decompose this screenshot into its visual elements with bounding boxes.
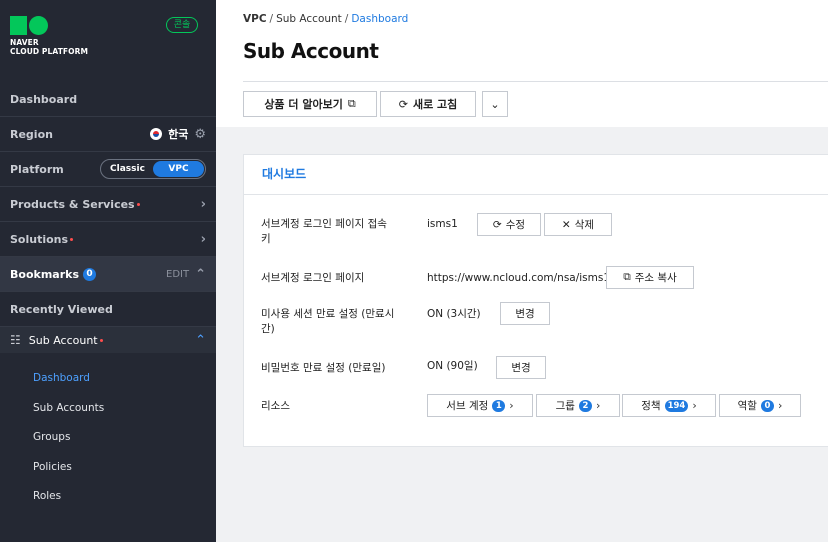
logo-text-line2: CLOUD PLATFORM (10, 47, 89, 56)
chevron-right-icon: › (595, 399, 601, 412)
new-dot-icon (136, 203, 140, 206)
external-link-icon: ⧉ (347, 97, 356, 110)
dashboard-card: 대시보드 서브계정 로그인 페이지 접속 키 isms1 ⟳ 수정 ✕ 삭제 서브계… (243, 154, 828, 447)
new-dot-icon (99, 339, 103, 342)
count-badge: 194 (664, 399, 689, 412)
chevron-up-icon[interactable]: ⌃ (195, 333, 206, 348)
region-label: Region (10, 127, 53, 141)
sub-item-policies[interactable]: Policies (0, 453, 216, 483)
sidebar-item-label: Solutions (10, 232, 69, 246)
login-page-url: https://www.ncloud.com/nsa/isms1 (427, 272, 611, 284)
main-header: VPC / Sub Account / Dashboard Sub Account 상품… (216, 0, 828, 127)
breadcrumb: VPC / Sub Account / Dashboard (243, 13, 409, 25)
session-change-button[interactable]: 변경 (500, 302, 550, 325)
password-change-button[interactable]: 변경 (496, 356, 546, 379)
people-icon: ☷ (10, 333, 21, 347)
sidebar-item-sub-account[interactable]: ☷ Sub Account ⌃ (0, 327, 216, 353)
session-expiry-label: 미사용 세션 만료 설정 (만료시 간) (261, 308, 395, 335)
chevron-down-icon: ⌄ (490, 97, 500, 111)
resource-sub-accounts-button[interactable]: 서브 계정 1 › (427, 394, 533, 417)
sidebar-item-dashboard[interactable]: Dashboard (0, 82, 216, 117)
sub-item-dashboard[interactable]: Dashboard (0, 364, 216, 394)
new-dot-icon (70, 238, 74, 241)
count-badge: 2 (578, 399, 592, 412)
sub-item-groups[interactable]: Groups (0, 423, 216, 453)
bookmarks-count-badge: 0 (83, 267, 96, 281)
sidebar-item-label: Products & Services (10, 197, 135, 211)
sidebar-item-label: Bookmarks (10, 267, 79, 281)
platform-label: Platform (10, 162, 64, 176)
korea-flag-icon (150, 128, 163, 140)
resource-groups-button[interactable]: 그룹 2 › (536, 394, 620, 417)
chevron-right-icon: › (200, 196, 206, 212)
refresh-label: 새로 고침 (412, 98, 458, 111)
breadcrumb-mid[interactable]: Sub Account (276, 13, 342, 25)
platform-option-vpc[interactable]: VPC (153, 161, 204, 177)
sidebar: NAVER CLOUD PLATFORM 콘솔 Dashboard Region… (0, 0, 216, 542)
edit-key-button[interactable]: ⟳ 수정 (477, 213, 541, 236)
more-dropdown-button[interactable]: ⌄ (482, 91, 508, 117)
close-icon: ✕ (561, 218, 571, 231)
region-value: 한국 (168, 128, 189, 141)
resource-policies-button[interactable]: 정책 194 › (622, 394, 716, 417)
sub-item-roles[interactable]: Roles (0, 482, 216, 512)
sidebar-item-label: Dashboard (10, 92, 78, 106)
gear-icon[interactable]: ⚙ (194, 127, 206, 142)
chevron-right-icon: › (692, 399, 697, 412)
login-key-label: 서브계정 로그인 페이지 접속 키 (261, 218, 387, 245)
password-expiry-label: 비밀번호 만료 설정 (만료일) (261, 362, 386, 374)
login-page-label: 서브계정 로그인 페이지 (261, 272, 365, 284)
count-badge: 1 (492, 399, 506, 412)
sidebar-item-region[interactable]: Region 한국 ⚙ (0, 117, 216, 152)
sidebar-item-label: Recently Viewed (10, 302, 113, 316)
bookmarks-edit-link[interactable]: EDIT (166, 269, 189, 280)
chevron-up-icon[interactable]: ⌃ (195, 267, 206, 282)
session-expiry-value: ON (3시간) (427, 308, 481, 320)
password-expiry-value: ON (90일) (427, 360, 478, 372)
delete-key-button[interactable]: ✕ 삭제 (544, 213, 612, 236)
platform-option-classic[interactable]: Classic (102, 161, 153, 177)
login-key-value: isms1 (427, 218, 458, 230)
breadcrumb-current: Dashboard (351, 13, 409, 25)
page-title: Sub Account (243, 39, 379, 63)
chevron-right-icon: › (777, 399, 783, 412)
sub-account-menu: Dashboard Sub Accounts Groups Policies R… (0, 364, 216, 512)
refresh-icon: ⟳ (398, 97, 408, 111)
copy-address-button[interactable]: ⧉ 주소 복사 (606, 266, 694, 289)
copy-icon: ⧉ (623, 271, 631, 283)
sidebar-item-bookmarks[interactable]: Bookmarks 0 EDIT ⌃ (0, 257, 216, 292)
sidebar-item-solutions[interactable]: Solutions › (0, 222, 216, 257)
breadcrumb-root[interactable]: VPC (243, 13, 267, 25)
learn-more-button[interactable]: 상품 더 알아보기 ⧉ (243, 91, 377, 117)
sidebar-item-label: Sub Account (28, 333, 98, 347)
divider (243, 81, 828, 82)
sub-item-sub-accounts[interactable]: Sub Accounts (0, 394, 216, 424)
console-badge[interactable]: 콘솔 (166, 17, 198, 33)
resource-roles-button[interactable]: 역할 0 › (719, 394, 801, 417)
sidebar-item-platform: Platform Classic VPC (0, 152, 216, 187)
sidebar-item-recently-viewed[interactable]: Recently Viewed (0, 292, 216, 327)
card-title: 대시보드 (244, 155, 828, 195)
logo-text-line1: NAVER (10, 38, 39, 47)
logo-mark-icon (10, 16, 88, 35)
chevron-right-icon: › (200, 231, 206, 247)
chevron-right-icon: › (509, 399, 514, 412)
platform-toggle[interactable]: Classic VPC (100, 159, 206, 179)
learn-more-label: 상품 더 알아보기 (264, 98, 343, 111)
refresh-icon: ⟳ (492, 218, 502, 231)
refresh-button[interactable]: ⟳ 새로 고침 (380, 91, 476, 117)
count-badge: 0 (760, 399, 774, 412)
resource-label: 리소스 (261, 400, 290, 412)
naver-cloud-logo[interactable]: NAVER CLOUD PLATFORM (10, 16, 88, 56)
sidebar-item-products[interactable]: Products & Services › (0, 187, 216, 222)
